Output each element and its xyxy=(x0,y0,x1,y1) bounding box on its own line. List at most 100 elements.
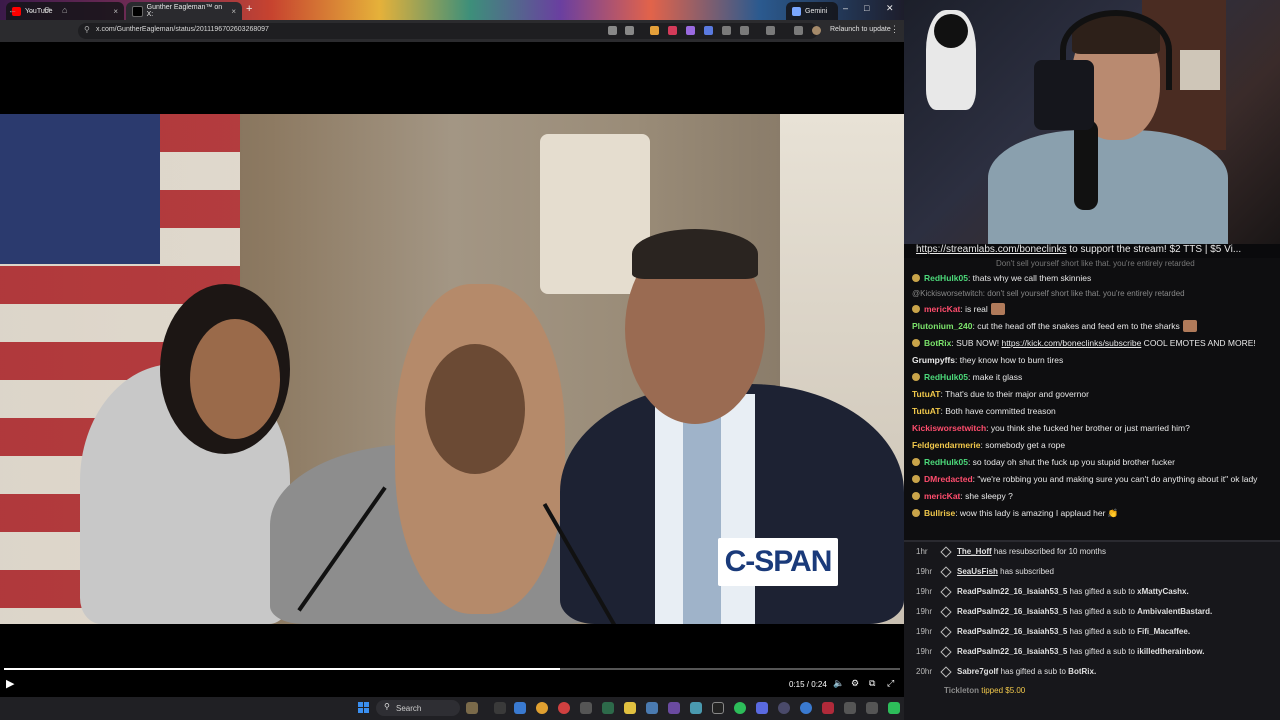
volume-icon[interactable]: 🔈 xyxy=(833,678,844,689)
chair xyxy=(1034,60,1094,130)
event-username[interactable]: SeaUsFish xyxy=(957,567,998,576)
maximize-icon[interactable]: □ xyxy=(864,3,869,13)
app-icon[interactable] xyxy=(800,702,812,714)
play-icon[interactable]: ▶ xyxy=(6,677,14,690)
edge-icon[interactable] xyxy=(514,702,526,714)
app-icon[interactable] xyxy=(822,702,834,714)
spotify-icon[interactable] xyxy=(734,702,746,714)
profile-avatar[interactable] xyxy=(812,26,821,35)
app-icon[interactable] xyxy=(712,702,724,714)
chat-username[interactable]: RedHulk05 xyxy=(924,372,968,382)
gemini-icon xyxy=(792,6,801,16)
event-username[interactable]: The_Hoff xyxy=(957,547,992,556)
donation-link[interactable]: https://streamlabs.com/boneclinks xyxy=(916,244,1067,255)
forward-icon[interactable]: → xyxy=(26,5,35,15)
download-icon[interactable] xyxy=(794,26,803,35)
event-text: ReadPsalm22_16_Isaiah53_5 has gifted a s… xyxy=(957,642,1204,662)
chat-username[interactable]: mericKat xyxy=(924,304,960,314)
windows-start-icon[interactable] xyxy=(358,702,370,714)
chat-text: you think she fucked her brother or just… xyxy=(990,423,1190,433)
chat-text: is real xyxy=(965,304,988,314)
chat-username[interactable]: DMredacted xyxy=(924,474,973,484)
fullscreen-icon[interactable]: ⤢ xyxy=(887,678,894,689)
app-icon[interactable] xyxy=(668,702,680,714)
chat-username[interactable]: Plutonium_240 xyxy=(912,321,972,331)
event-target-user[interactable]: ikilledtherainbow. xyxy=(1137,647,1204,656)
discord-icon[interactable] xyxy=(756,702,768,714)
event-target-user[interactable]: BotRix. xyxy=(1068,667,1096,676)
minimize-icon[interactable]: – xyxy=(843,3,848,13)
tab-gemini[interactable]: Gemini xyxy=(786,2,838,20)
home-icon[interactable]: ⌂ xyxy=(62,5,67,15)
chat-username[interactable]: Feldgendarmerie xyxy=(912,440,981,450)
chat-username[interactable]: RedHulk05 xyxy=(924,273,968,283)
app-icon[interactable] xyxy=(690,702,702,714)
chat-username[interactable]: Bullrise xyxy=(924,508,955,518)
install-icon[interactable] xyxy=(608,26,617,35)
menu-icon[interactable]: ⋮ xyxy=(890,24,899,35)
event-username[interactable]: ReadPsalm22_16_Isaiah53_5 xyxy=(957,607,1067,616)
app-icon[interactable] xyxy=(888,702,900,714)
chat-message: RedHulk05: thats why we call them skinni… xyxy=(904,270,1280,287)
event-target-user[interactable]: Fifi_Macaffee. xyxy=(1137,627,1190,636)
tab-x-post[interactable]: Gunther Eagleman™ on X: × xyxy=(126,2,242,20)
extensions-puzzle-icon[interactable] xyxy=(740,26,749,35)
chat-username[interactable]: TutuAT xyxy=(912,406,940,416)
chat-username[interactable]: mericKat xyxy=(924,491,960,501)
app-icon[interactable] xyxy=(866,702,878,714)
extension-icon[interactable] xyxy=(668,26,677,35)
event-time: 19hr xyxy=(916,647,933,656)
app-icon[interactable] xyxy=(778,702,790,714)
stream-banner: https://streamlabs.com/boneclinks to sup… xyxy=(904,244,1280,258)
chat-username[interactable]: TutuAT xyxy=(912,389,940,399)
search-label: Search xyxy=(396,704,422,713)
picture-in-picture-icon[interactable]: ⧉ xyxy=(869,678,875,689)
event-text: The_Hoff has resubscribed for 10 months xyxy=(957,542,1106,562)
close-icon[interactable]: × xyxy=(113,7,118,16)
chat-username[interactable]: Kickisworsetwitch xyxy=(912,423,986,433)
event-time: 19hr xyxy=(916,627,933,636)
chat-username[interactable]: RedHulk05 xyxy=(924,457,968,467)
sidebar-icon[interactable] xyxy=(766,26,775,35)
seek-bar-progress[interactable] xyxy=(4,668,560,670)
chrome-alt-icon[interactable] xyxy=(558,702,570,714)
extension-icon[interactable] xyxy=(686,26,695,35)
event-target-user[interactable]: xMattyCashx. xyxy=(1137,587,1189,596)
app-icon[interactable] xyxy=(844,702,856,714)
banner-text: to support the stream! $2 TTS | $5 Vi... xyxy=(1066,244,1242,255)
file-explorer-icon[interactable] xyxy=(624,702,636,714)
chat-username[interactable]: Grumpyffs xyxy=(912,355,955,365)
extension-icon[interactable] xyxy=(704,26,713,35)
chrome-icon[interactable] xyxy=(536,702,548,714)
us-flag-canton xyxy=(0,114,160,264)
event-row: 19hr ReadPsalm22_16_Isaiah53_5 has gifted… xyxy=(904,582,1280,602)
chat-username[interactable]: BotRix xyxy=(924,338,951,348)
event-username[interactable]: ReadPsalm22_16_Isaiah53_5 xyxy=(957,627,1067,636)
reload-icon[interactable]: ⟳ xyxy=(44,5,52,16)
event-target-user[interactable]: AmbivalentBastard. xyxy=(1137,607,1212,616)
extension-icon[interactable] xyxy=(722,26,731,35)
back-icon[interactable]: ← xyxy=(8,5,17,15)
new-tab-button[interactable]: + xyxy=(246,3,252,15)
close-icon[interactable]: × xyxy=(231,7,236,16)
event-username[interactable]: ReadPsalm22_16_Isaiah53_5 xyxy=(957,587,1067,596)
chat-message: Bullrise: wow this lady is amazing I app… xyxy=(904,505,1280,522)
bookmark-star-icon[interactable] xyxy=(625,26,634,35)
chat-text: somebody get a rope xyxy=(985,440,1066,450)
url-text[interactable]: x.com/GuntherEagleman/status/20111967026… xyxy=(96,26,269,33)
extension-icon[interactable] xyxy=(650,26,659,35)
chat-link[interactable]: https://kick.com/boneclinks/subscribe xyxy=(1001,338,1141,348)
close-window-icon[interactable]: ✕ xyxy=(886,3,894,14)
event-username[interactable]: ReadPsalm22_16_Isaiah53_5 xyxy=(957,647,1067,656)
task-view-icon[interactable] xyxy=(494,702,506,714)
chat-ghost-line: Don't sell yourself short like that. you… xyxy=(996,259,1195,268)
site-info-icon[interactable]: ⚲ xyxy=(84,25,90,34)
relaunch-button[interactable]: Relaunch to update xyxy=(830,26,891,33)
taskbar-app-icon[interactable] xyxy=(466,702,478,714)
chat-reply-line: @Kickisworsetwitch: don't sell yourself … xyxy=(912,289,1185,298)
app-icon[interactable] xyxy=(602,702,614,714)
app-icon[interactable] xyxy=(580,702,592,714)
app-icon[interactable] xyxy=(646,702,658,714)
event-username[interactable]: Sabre7golf xyxy=(957,667,998,676)
settings-gear-icon[interactable]: ⚙ xyxy=(851,678,859,689)
